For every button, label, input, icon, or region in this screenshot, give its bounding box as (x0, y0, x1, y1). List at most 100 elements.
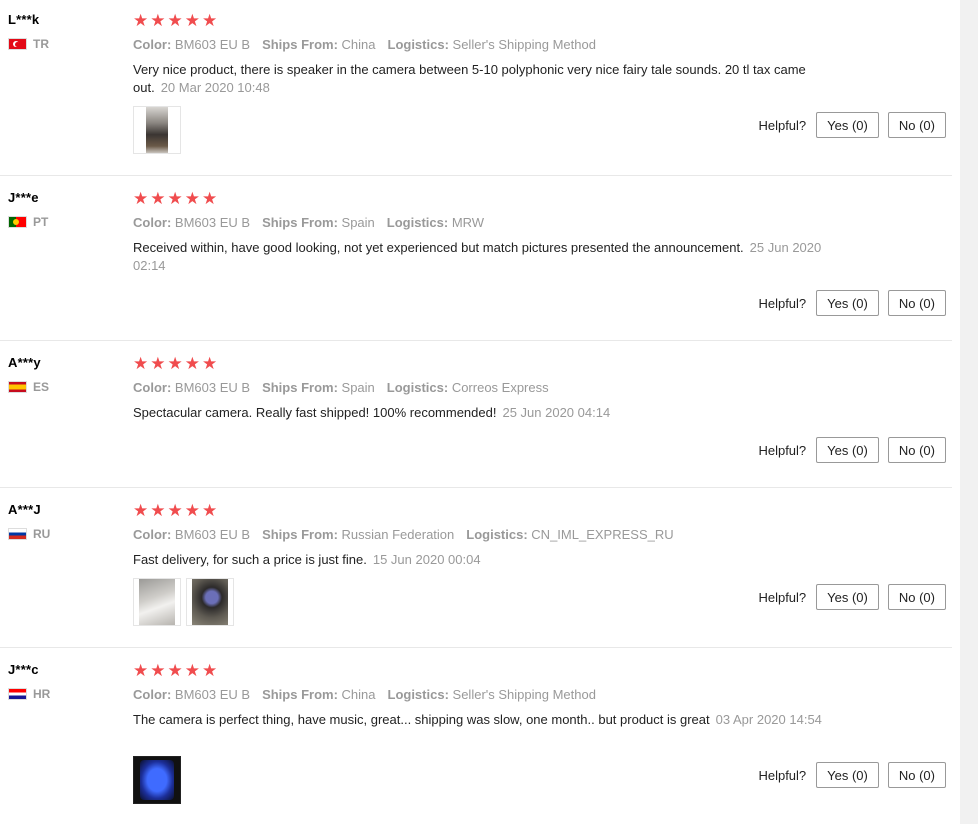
review-body: The camera is perfect thing, have music,… (133, 712, 710, 727)
helpful-no-button[interactable]: No (0) (887, 762, 946, 788)
logistics-label: Logistics: (466, 527, 528, 542)
review-text: The camera is perfect thing, have music,… (133, 711, 833, 729)
star-rating: ★ ★ ★ ★ ★ (133, 502, 217, 519)
review-date: 20 Mar 2020 10:48 (160, 80, 270, 95)
review-date: 25 Jun 2020 04:14 (502, 405, 611, 420)
helpful-yes-button[interactable]: Yes (0) (816, 584, 879, 610)
star-icon: ★ (150, 11, 166, 30)
star-icon: ★ (133, 11, 149, 30)
country-code: PT (33, 215, 49, 229)
star-icon: ★ (167, 501, 183, 520)
star-icon: ★ (167, 661, 183, 680)
star-icon: ★ (184, 11, 200, 30)
star-icon: ★ (202, 661, 218, 680)
review-photo[interactable] (186, 578, 234, 626)
helpful-no-button[interactable]: No (0) (887, 112, 946, 138)
ships-from-value: China (341, 37, 376, 52)
helpful-no-button[interactable]: No (0) (887, 584, 946, 610)
color-label: Color: (133, 380, 172, 395)
star-icon: ★ (150, 661, 166, 680)
review-text: Very nice product, there is speaker in t… (133, 61, 833, 97)
ships-from-label: Ships From: (262, 37, 338, 52)
star-icon: ★ (167, 354, 183, 373)
star-icon: ★ (150, 501, 166, 520)
reviewer-country: ES (8, 380, 49, 394)
review-meta: Color: BM603 EU B Ships From: Spain Logist… (133, 380, 549, 395)
flag-tr-icon (8, 38, 27, 50)
helpful-no-button[interactable]: No (0) (887, 290, 946, 316)
star-icon: ★ (167, 11, 183, 30)
helpful-yes-button[interactable]: Yes (0) (816, 437, 879, 463)
color-value: BM603 EU B (174, 687, 251, 702)
helpful-label: Helpful? (758, 767, 807, 783)
color-label: Color: (133, 37, 172, 52)
color-value: BM603 EU B (174, 380, 251, 395)
star-icon: ★ (133, 354, 149, 373)
star-icon: ★ (150, 354, 166, 373)
logistics-value: CN_IML_EXPRESS_RU (531, 527, 674, 542)
helpful-vote: Helpful? Yes (0) No (0) (758, 437, 946, 463)
ships-from-label: Ships From: (262, 380, 338, 395)
helpful-label: Helpful? (758, 442, 807, 458)
review-item: L***k TR ★ ★ ★ ★ ★ Color: BM603 EU B Ships Fr… (0, 0, 952, 176)
star-icon: ★ (133, 501, 149, 520)
ships-from-label: Ships From: (262, 527, 338, 542)
helpful-label: Helpful? (758, 117, 807, 133)
review-body: Fast delivery, for such a price is just … (133, 552, 367, 567)
country-code: HR (33, 687, 51, 701)
color-value: BM603 EU B (174, 527, 251, 542)
star-icon: ★ (184, 661, 200, 680)
review-photos (133, 106, 181, 154)
star-icon: ★ (202, 354, 218, 373)
star-rating: ★ ★ ★ ★ ★ (133, 662, 217, 679)
helpful-no-button[interactable]: No (0) (887, 437, 946, 463)
star-icon: ★ (202, 189, 218, 208)
logistics-value: Correos Express (451, 380, 549, 395)
flag-ru-icon (8, 528, 27, 540)
reviewer-name: J***c (8, 662, 39, 677)
ships-from-value: Russian Federation (341, 527, 455, 542)
logistics-label: Logistics: (387, 687, 449, 702)
logistics-value: Seller's Shipping Method (452, 687, 596, 702)
ships-from-value: Spain (341, 215, 375, 230)
logistics-label: Logistics: (386, 215, 449, 230)
review-text: Fast delivery, for such a price is just … (133, 551, 833, 569)
helpful-label: Helpful? (758, 589, 807, 605)
reviewer-country: PT (8, 215, 48, 229)
review-text: Received within, have good looking, not … (133, 239, 833, 275)
star-rating: ★ ★ ★ ★ ★ (133, 12, 217, 29)
color-label: Color: (133, 527, 172, 542)
star-rating: ★ ★ ★ ★ ★ (133, 190, 217, 207)
reviewer-country: RU (8, 527, 50, 541)
review-text: Spectacular camera. Really fast shipped!… (133, 404, 833, 422)
reviewer-name: J***e (8, 190, 39, 205)
helpful-vote: Helpful? Yes (0) No (0) (758, 762, 946, 788)
helpful-vote: Helpful? Yes (0) No (0) (758, 112, 946, 138)
flag-pt-icon (8, 216, 27, 228)
review-item: A***y ES ★ ★ ★ ★ ★ Color: BM603 EU B Ships Fr… (0, 343, 952, 488)
review-date: 03 Apr 2020 14:54 (715, 712, 822, 727)
star-icon: ★ (167, 189, 183, 208)
flag-es-icon (8, 381, 27, 393)
logistics-value: MRW (451, 215, 485, 230)
review-photo[interactable] (133, 578, 181, 626)
review-item: J***c HR ★ ★ ★ ★ ★ Color: BM603 EU B Ships Fr… (0, 650, 952, 824)
star-icon: ★ (202, 501, 218, 520)
ships-from-value: Spain (341, 380, 375, 395)
logistics-label: Logistics: (387, 37, 449, 52)
color-label: Color: (133, 215, 172, 230)
country-code: RU (33, 527, 51, 541)
reviewer-country: HR (8, 687, 50, 701)
helpful-yes-button[interactable]: Yes (0) (816, 290, 879, 316)
review-photo[interactable] (133, 106, 181, 154)
review-body: Spectacular camera. Really fast shipped!… (133, 405, 497, 420)
reviewer-country: TR (8, 37, 49, 51)
page-scrollbar[interactable] (960, 0, 978, 824)
helpful-yes-button[interactable]: Yes (0) (816, 762, 879, 788)
helpful-yes-button[interactable]: Yes (0) (816, 112, 879, 138)
star-icon: ★ (202, 11, 218, 30)
review-meta: Color: BM603 EU B Ships From: China Logist… (133, 687, 596, 702)
review-item: A***J RU ★ ★ ★ ★ ★ Color: BM603 EU B Ships Fr… (0, 490, 952, 648)
review-photos (133, 756, 181, 804)
review-photo[interactable] (133, 756, 181, 804)
